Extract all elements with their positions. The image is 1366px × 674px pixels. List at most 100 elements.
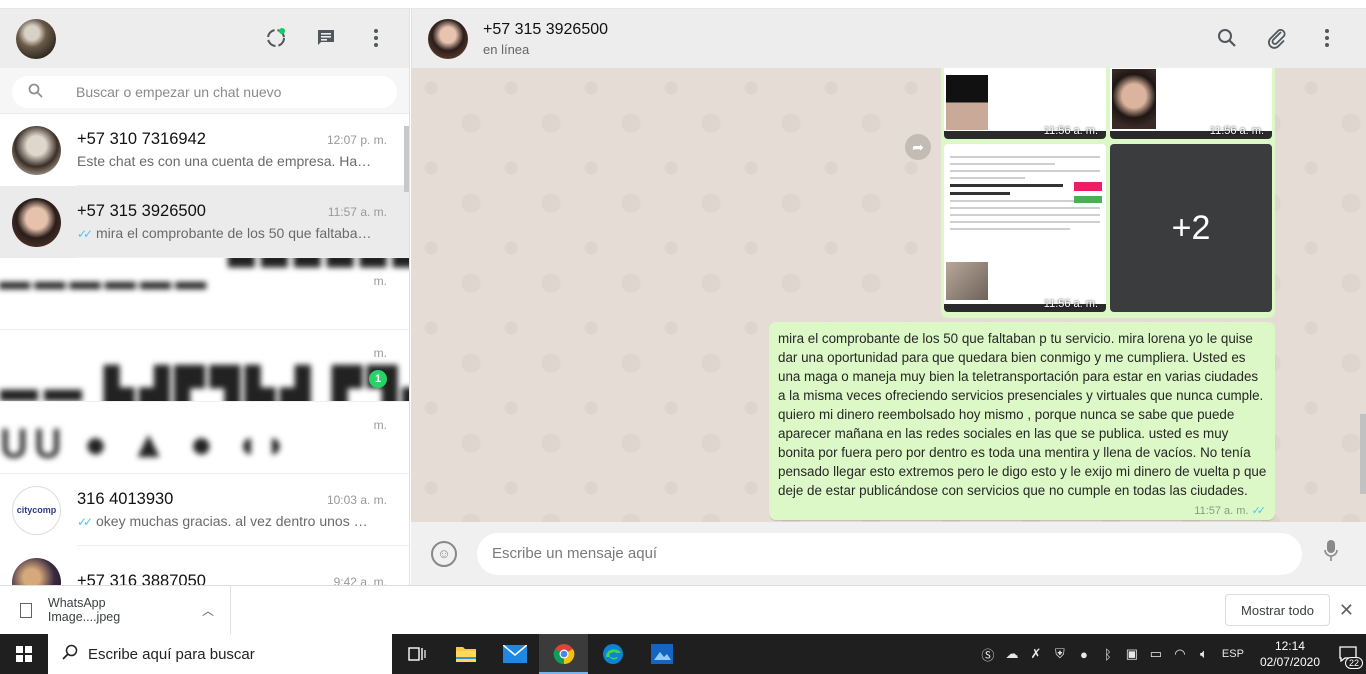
message-input[interactable]: [477, 532, 1302, 575]
photos-icon[interactable]: [637, 634, 686, 674]
security-shield-icon[interactable]: ⛨: [1048, 646, 1072, 662]
taskbar-search-input[interactable]: [88, 645, 378, 663]
chat-item-selected[interactable]: +57 315 3926500 11:57 a. m. ✓✓ mira el c…: [0, 186, 409, 258]
chat-item[interactable]: +57 316 3887050 9:42 a. m.: [0, 546, 409, 585]
chat-name: +57 315 3926500: [77, 202, 206, 220]
conversation-pane: +57 315 3926500 en línea ➦ 11:56 a. m. 1…: [411, 9, 1366, 585]
chat-preview: Este chat es con una cuenta de empresa. …: [77, 153, 377, 169]
skype-icon[interactable]: Ⓢ: [976, 645, 1000, 664]
screenshot-button: [1074, 182, 1102, 191]
citycomp-logo: citycomp: [12, 485, 61, 535]
message-time: 11:56 a. m.: [1209, 125, 1264, 137]
blurred-chat-item[interactable]: ᑌᑌ ● ▲ ● ◖◗ m.: [0, 402, 409, 474]
status-icon[interactable]: [265, 27, 287, 49]
chat-time: m.: [373, 274, 387, 288]
onedrive-icon[interactable]: ☁: [1000, 646, 1024, 662]
screenshot-button: [1074, 196, 1102, 203]
image-thumbnail-more[interactable]: +2: [1110, 144, 1272, 312]
volume-icon[interactable]: 🔈︎: [1192, 646, 1216, 662]
blurred-content: ▬▬ ▙▟▛▜▙▟ ▛▜▟: [0, 368, 409, 402]
chat-name: +57 310 7316942: [77, 130, 206, 148]
chat-item[interactable]: +57 310 7316942 12:07 p. m. Este chat es…: [0, 114, 409, 186]
outgoing-message[interactable]: mira el comprobante de los 50 que faltab…: [769, 322, 1275, 520]
read-ticks-icon: ✓✓: [1251, 505, 1267, 517]
system-tray: Ⓢ ☁ ✗ ⛨ ● ᛒ ▣ ▭ ◠ 🔈︎ ESP 12:14 02/07/202…: [976, 634, 1366, 674]
taskbar-search[interactable]: [48, 634, 392, 674]
wifi-icon[interactable]: ◠: [1168, 646, 1192, 662]
clock[interactable]: 12:14 02/07/2020: [1260, 638, 1320, 670]
menu-icon[interactable]: [1316, 27, 1338, 49]
search-box[interactable]: [12, 76, 397, 108]
file-explorer-icon[interactable]: [441, 634, 490, 674]
blurred-content: ᑌᑌ ● ▲ ● ◖◗: [0, 424, 294, 466]
task-view-icon[interactable]: [392, 634, 441, 674]
chat-name: 316 4013930: [77, 490, 174, 508]
chat-time: m.: [373, 418, 387, 432]
language-indicator[interactable]: ESP: [1216, 648, 1250, 660]
photo: [946, 75, 988, 130]
windows-taskbar: Ⓢ ☁ ✗ ⛨ ● ᛒ ▣ ▭ ◠ 🔈︎ ESP 12:14 02/07/202…: [0, 634, 1366, 674]
message-time: 11:56 a. m.: [1043, 125, 1098, 137]
download-bar: WhatsApp Image....jpeg ︿ Mostrar todo ✕: [0, 585, 1366, 635]
image-thumbnail[interactable]: 11:56 a. m.: [1110, 68, 1272, 139]
attach-icon[interactable]: [1266, 27, 1288, 49]
chat-list-scrollbar[interactable]: [404, 126, 409, 192]
more-images-count: +2: [1110, 144, 1272, 312]
chat-preview-text: okey muchas gracias. al vez dentro unos …: [96, 513, 377, 529]
conversation-header[interactable]: +57 315 3926500 en línea: [411, 9, 1366, 68]
chat-preview: ✓✓ mira el comprobante de los 50 que fal…: [77, 225, 377, 241]
unread-badge: 1: [369, 370, 387, 388]
chrome-icon[interactable]: [539, 634, 588, 674]
message-composer: ☺: [411, 522, 1366, 585]
clock-date: 02/07/2020: [1259, 655, 1320, 669]
notification-count: 22: [1344, 657, 1363, 669]
contact-status: en línea: [483, 41, 530, 57]
battery-icon[interactable]: ▭: [1144, 646, 1168, 662]
show-all-button[interactable]: Mostrar todo: [1225, 594, 1330, 626]
search-icon[interactable]: [1216, 27, 1238, 49]
message-time: 11:56 a. m.: [1043, 298, 1098, 310]
message-area-scrollbar[interactable]: [1360, 414, 1366, 494]
image-thumbnail[interactable]: 11:56 a. m.: [944, 144, 1106, 312]
blurred-chat-item[interactable]: ▁▁▁▁▁▁ ▀▀▀▀▀▀▀▀▀▀▀▀▀ ▃▃▃ m.: [0, 258, 409, 330]
chat-name: +57 316 3887050: [77, 572, 206, 585]
conversation-header-actions: [1216, 27, 1338, 49]
forward-icon[interactable]: ➦: [905, 134, 931, 160]
chat-time: m.: [373, 346, 387, 360]
chat-time: 11:57 a. m.: [327, 205, 387, 219]
image-thumbnail[interactable]: 11:56 a. m.: [944, 68, 1106, 139]
chat-item[interactable]: citycomp 316 4013930 10:03 a. m. ✓✓ okey…: [0, 474, 409, 546]
mail-icon[interactable]: [490, 634, 539, 674]
new-chat-icon[interactable]: [315, 27, 337, 49]
chat-preview-text: mira el comprobante de los 50 que faltab…: [96, 225, 377, 241]
read-ticks-icon: ✓✓: [77, 227, 93, 241]
norton-icon[interactable]: ●: [1072, 647, 1096, 662]
emoji-icon[interactable]: ☺: [431, 540, 457, 567]
message-meta: 11:57 a. m. ✓✓: [1194, 504, 1267, 517]
download-filename: WhatsApp Image....jpeg: [47, 596, 121, 624]
chevron-up-icon[interactable]: ︿: [202, 602, 214, 619]
network-disconnected-icon[interactable]: ✗: [1024, 646, 1048, 662]
notification-center-icon[interactable]: 22: [1330, 634, 1366, 674]
left-header-actions: [265, 27, 387, 49]
image-album-message[interactable]: 11:56 a. m. 11:56 a. m. 11:56 a. m. +2: [941, 68, 1275, 318]
microphone-icon[interactable]: [1324, 539, 1338, 568]
search-icon: [28, 83, 46, 102]
start-button[interactable]: [0, 634, 48, 674]
my-profile-avatar[interactable]: [16, 18, 56, 59]
left-header: [0, 9, 409, 68]
blurred-chat-item[interactable]: ▬▬ ▙▟▛▜▙▟ ▛▜▟ m. 1: [0, 330, 409, 402]
nvidia-icon[interactable]: ▣: [1120, 646, 1144, 662]
contact-avatar[interactable]: [428, 18, 468, 59]
contact-info[interactable]: +57 315 3926500 en línea: [483, 21, 608, 57]
download-item[interactable]: WhatsApp Image....jpeg ︿: [0, 585, 231, 635]
search-input[interactable]: [76, 84, 376, 100]
menu-icon[interactable]: [365, 27, 387, 49]
photo: [946, 262, 988, 300]
chat-preview: ✓✓ okey muchas gracias. al vez dentro un…: [77, 513, 377, 529]
bluetooth-icon[interactable]: ᛒ: [1096, 647, 1120, 662]
contact-name: +57 315 3926500: [483, 20, 609, 38]
message-area[interactable]: ➦ 11:56 a. m. 11:56 a. m. 11:56 a. m. +2…: [411, 68, 1366, 522]
edge-icon[interactable]: [588, 634, 637, 674]
close-icon[interactable]: ✕: [1339, 600, 1354, 621]
